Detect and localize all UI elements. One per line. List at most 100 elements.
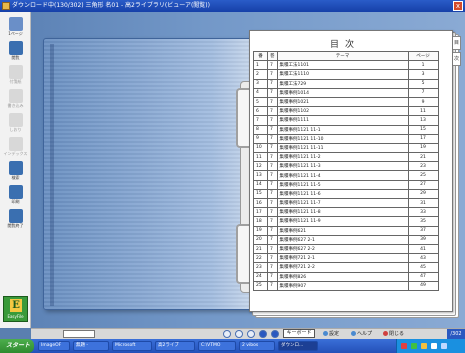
row-volume: 7	[267, 87, 278, 98]
row-page: 37	[407, 225, 439, 236]
row-theme: 集積工法1110	[276, 69, 409, 80]
index-row[interactable]: 20 7 集積事例627 2-1 39	[253, 234, 439, 245]
start-button[interactable]: スタート	[0, 339, 34, 353]
index-row[interactable]: 7 7 集積事例1111 13	[253, 115, 439, 126]
row-volume: 7	[267, 225, 278, 236]
help-link[interactable]: ヘルプ	[351, 330, 372, 338]
row-volume: 7	[267, 179, 278, 190]
index-row[interactable]: 18 7 集積事例1121 11-9 35	[253, 216, 439, 227]
index-row[interactable]: 2 7 集積工法1110 3	[253, 69, 439, 80]
tool-label: 閲覧	[11, 55, 20, 60]
index-row[interactable]: 1 7 集積工法1101 1	[253, 60, 439, 71]
row-volume: 7	[267, 78, 278, 89]
index-row[interactable]: 23 7 集積事例721 2-2 45	[253, 262, 439, 273]
tool-label: 1ページ	[8, 31, 23, 36]
row-page: 23	[407, 161, 439, 172]
taskbar-item[interactable]: C:\VTMO	[198, 341, 236, 351]
current-page-indicator[interactable]	[259, 330, 267, 338]
row-number: 5	[253, 96, 268, 108]
last-page-button[interactable]	[271, 330, 279, 338]
row-volume: 7	[267, 280, 278, 291]
row-page: 25	[407, 170, 439, 181]
index-row[interactable]: 24 7 集積事例826 47	[253, 271, 439, 282]
search-icon	[8, 161, 23, 175]
index-row[interactable]: 19 7 集積事例621 37	[253, 225, 439, 236]
tool-label: 書き込み	[7, 103, 24, 108]
close-button[interactable]: x	[453, 1, 463, 11]
index-row[interactable]: 9 7 集積事例1121 11-10 17	[253, 133, 439, 144]
tray-icon[interactable]	[401, 343, 407, 349]
header-page: ページ	[407, 50, 439, 62]
row-theme: 集積事例621	[276, 225, 409, 236]
next-page-button[interactable]	[247, 330, 255, 338]
row-page: 17	[407, 133, 439, 144]
index-row[interactable]: 10 7 集積事例1121 11-11 19	[253, 142, 439, 154]
taskbar-item[interactable]: 高2ライブ	[155, 341, 195, 351]
first-page-button[interactable]	[223, 330, 231, 338]
row-volume: 7	[267, 133, 278, 144]
row-theme: 集積事例1121 11-4	[276, 170, 409, 181]
row-theme: 集積事例721 2-1	[276, 253, 409, 264]
row-number: 16	[253, 197, 268, 209]
tray-icon[interactable]	[411, 343, 417, 349]
index-row[interactable]: 3 7 集積工法729 5	[253, 78, 439, 89]
index-row[interactable]: 22 7 集積事例721 2-1 43	[253, 253, 439, 264]
easyfile-letter: E	[10, 299, 22, 312]
row-volume: 7	[267, 60, 278, 71]
tray-icon[interactable]	[431, 343, 437, 349]
prev-page-button[interactable]	[235, 330, 243, 338]
help-label: ヘルプ	[357, 331, 373, 337]
row-number: 9	[253, 133, 268, 144]
index-row[interactable]: 21 7 集積事例627 2-2 41	[253, 243, 439, 255]
easyfile-label: EasyFile	[7, 314, 24, 319]
easyfile-logo[interactable]: E EasyFile	[3, 296, 28, 322]
settings-link[interactable]: 設定	[323, 330, 339, 338]
index-row[interactable]: 6 7 集積事例1102 11	[253, 106, 439, 117]
header-volume: 巻	[267, 50, 278, 62]
page-icon	[8, 17, 23, 31]
index-row[interactable]: 17 7 集積事例1121 11-8 33	[253, 207, 439, 218]
index-row[interactable]: 15 7 集積事例1121 11-6 29	[253, 188, 439, 200]
people-icon	[8, 41, 23, 55]
close-viewer-link[interactable]: 閉じる	[383, 330, 404, 338]
taskbar-item[interactable]: 無題 -	[73, 341, 109, 351]
side-tab[interactable]: 目	[453, 36, 461, 50]
taskbar-item[interactable]: ImageOF	[38, 341, 70, 351]
index-row[interactable]: 8 7 集積事例1121 11-1 15	[253, 124, 439, 135]
index-row[interactable]: 25 7 集積事例907 49	[253, 280, 439, 291]
taskbar-item[interactable]: Microsoft	[112, 341, 152, 351]
row-page: 27	[407, 179, 439, 190]
row-theme: 集積事例907	[276, 280, 409, 291]
page-number-input[interactable]	[63, 330, 95, 338]
row-number: 4	[253, 87, 268, 98]
row-theme: 集積事例1121 11-10	[276, 133, 409, 144]
row-number: 20	[253, 234, 268, 245]
index-row[interactable]: 5 7 集積事例1021 9	[253, 96, 439, 108]
row-page: 5	[407, 78, 439, 89]
index-row[interactable]: 4 7 集積事例1014 7	[253, 87, 439, 98]
row-volume: 7	[267, 170, 278, 181]
row-theme: 集積事例1121 11-9	[276, 216, 409, 227]
side-tab[interactable]: 次	[453, 52, 461, 66]
tray-icon[interactable]	[441, 343, 447, 349]
keyboard-button[interactable]: キーボード	[283, 329, 315, 338]
row-number: 3	[253, 78, 268, 89]
index-page[interactable]: 目次 番 巻 テーマ ページ 1 7 集積工法1101 1 2 7 集積工法1110 3 3 7 集…	[249, 30, 453, 312]
taskbar-item-active[interactable]: ダウンロ...	[278, 341, 318, 351]
tool-button[interactable]: 閲覧終了	[2, 208, 29, 236]
tray-icon[interactable]	[421, 343, 427, 349]
index-row[interactable]: 14 7 集積事例1121 11-5 27	[253, 179, 439, 190]
row-theme: 集積事例1014	[276, 87, 409, 98]
index-row[interactable]: 13 7 集積事例1121 11-4 25	[253, 170, 439, 181]
taskbar-item[interactable]: 2 vibos	[239, 341, 275, 351]
index-row[interactable]: 12 7 集積事例1121 11-3 23	[253, 161, 439, 172]
index-row[interactable]: 16 7 集積事例1121 11-7 31	[253, 197, 439, 209]
row-number: 25	[253, 280, 268, 291]
settings-label: 設定	[329, 331, 340, 337]
row-page: 3	[407, 69, 439, 80]
row-volume: 7	[267, 124, 278, 135]
binder-spine	[50, 44, 54, 306]
row-number: 24	[253, 271, 268, 282]
tool-label: インデックス	[3, 151, 28, 156]
index-row[interactable]: 11 7 集積事例1121 11-2 21	[253, 152, 439, 163]
